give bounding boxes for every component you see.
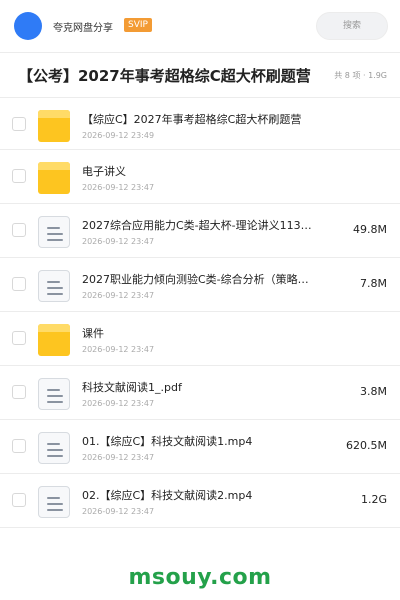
file-size: 620.5M [346,439,387,452]
file-date: 2026-09-12 23:47 [82,183,155,192]
file-date: 2026-09-12 23:47 [82,453,155,462]
list-item[interactable]: 【综应C】2027年事考超格综C超大杯刷题营 2026-09-12 23:49 [0,98,400,150]
file-name[interactable]: 01.【综应C】科技文献阅读1.mp4 [82,433,314,449]
file-date: 2026-09-12 23:49 [82,131,155,140]
watermark-text: msouy.com [128,565,272,590]
document-icon [38,486,70,518]
top-bar: 夸克网盘分享 SVIP 搜索 [0,0,400,52]
file-date: 2026-09-12 23:47 [82,345,155,354]
file-name[interactable]: 02.【综应C】科技文献阅读2.mp4 [82,487,314,503]
svip-badge: SVIP [124,18,152,32]
document-icon [38,216,70,248]
select-checkbox[interactable] [12,223,26,237]
select-checkbox[interactable] [12,331,26,345]
file-size: 7.8M [360,277,387,290]
file-size: 3.8M [360,385,387,398]
search-input[interactable]: 搜索 [316,12,388,40]
file-name[interactable]: 2027职业能力倾向测验C类-综合分析（策略制定和… [82,271,314,287]
list-item[interactable]: 2027综合应用能力C类-超大杯-理论讲义1130… 2026-09-12 23:… [0,204,400,258]
file-name[interactable]: 2027综合应用能力C类-超大杯-理论讲义1130… [82,217,314,233]
folder-title-bar: 【公考】2027年事考超格综C超大杯刷题营 共 8 项 · 1.9G [0,53,400,98]
file-name[interactable]: 【综应C】2027年事考超格综C超大杯刷题营 [82,111,314,127]
list-item[interactable]: 02.【综应C】科技文献阅读2.mp4 2026-09-12 23:47 1.2G [0,474,400,528]
file-name[interactable]: 科技文献阅读1_.pdf [82,379,314,395]
folder-icon [38,324,70,356]
share-owner-name: 夸克网盘分享 [53,23,113,34]
document-icon [38,432,70,464]
file-date: 2026-09-12 23:47 [82,507,155,516]
select-checkbox[interactable] [12,277,26,291]
select-checkbox[interactable] [12,117,26,131]
page-title: 【公考】2027年事考超格综C超大杯刷题营 [18,67,311,85]
list-item[interactable]: 电子讲义 2026-09-12 23:47 [0,150,400,204]
file-list: 【综应C】2027年事考超格综C超大杯刷题营 2026-09-12 23:49 电子… [0,98,400,528]
folder-icon [38,110,70,142]
list-item[interactable]: 科技文献阅读1_.pdf 2026-09-12 23:47 3.8M [0,366,400,420]
file-name[interactable]: 电子讲义 [82,163,314,179]
document-icon [38,270,70,302]
file-size: 1.2G [360,493,387,506]
select-checkbox[interactable] [12,493,26,507]
list-item[interactable]: 课件 2026-09-12 23:47 [0,312,400,366]
folder-icon [38,162,70,194]
select-checkbox[interactable] [12,439,26,453]
item-count: 共 8 项 · 1.9G [334,71,387,80]
file-name[interactable]: 课件 [82,325,314,341]
document-icon [38,378,70,410]
file-date: 2026-09-12 23:47 [82,237,155,246]
avatar[interactable] [14,12,42,40]
file-date: 2026-09-12 23:47 [82,291,155,300]
file-size: 49.8M [353,223,387,236]
select-checkbox[interactable] [12,385,26,399]
select-checkbox[interactable] [12,169,26,183]
file-date: 2026-09-12 23:47 [82,399,155,408]
list-item[interactable]: 01.【综应C】科技文献阅读1.mp4 2026-09-12 23:47 620.5… [0,420,400,474]
list-item[interactable]: 2027职业能力倾向测验C类-综合分析（策略制定和… 2026-09-12 23:… [0,258,400,312]
